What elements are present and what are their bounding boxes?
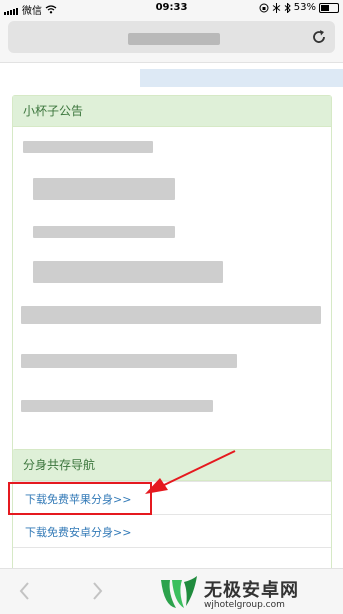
- chevron-right-icon[interactable]: [88, 580, 106, 602]
- web-page: 小杯子公告 分身共存导航 下载免费苹果分身>> 下载免费安卓分身>>: [0, 63, 343, 613]
- blurred-notice-line: [23, 141, 153, 153]
- browser-toolbar: [0, 16, 343, 63]
- blurred-notice-line: [21, 400, 213, 412]
- url-text-blurred: [128, 33, 220, 45]
- watermark: 无极安卓网 wjhotelgroup.com: [156, 570, 343, 613]
- notice-panel: 小杯子公告: [12, 95, 332, 473]
- watermark-logo-icon: [161, 576, 197, 608]
- address-bar[interactable]: [8, 21, 335, 53]
- watermark-subtitle: wjhotelgroup.com: [204, 600, 285, 610]
- bluetooth-icon: [284, 2, 291, 13]
- download-android-link[interactable]: 下载免费安卓分身>>: [25, 524, 131, 540]
- blurred-notice-line: [33, 226, 175, 238]
- lock-rotation-icon: [259, 3, 269, 12]
- blurred-notice-line: [21, 306, 321, 324]
- chevron-left-icon[interactable]: [16, 580, 34, 602]
- reload-icon[interactable]: [309, 27, 329, 47]
- watermark-title: 无极安卓网: [204, 580, 299, 601]
- battery-icon: [319, 2, 339, 13]
- battery-percent: 53%: [293, 2, 316, 13]
- blurred-notice-line: [33, 178, 175, 200]
- nav-item-android[interactable]: 下载免费安卓分身>>: [13, 514, 331, 547]
- highlight-box: [8, 482, 152, 515]
- notice-panel-title: 小杯子公告: [13, 96, 331, 127]
- status-right: 53%: [259, 2, 339, 13]
- blurred-banner: [140, 69, 343, 87]
- status-bar: 微信 09:33 53%: [0, 0, 343, 17]
- arrow-pointer: [145, 450, 236, 494]
- blurred-notice-line: [33, 261, 223, 283]
- blurred-notice-line: [21, 354, 237, 368]
- alarm-icon: [272, 2, 281, 13]
